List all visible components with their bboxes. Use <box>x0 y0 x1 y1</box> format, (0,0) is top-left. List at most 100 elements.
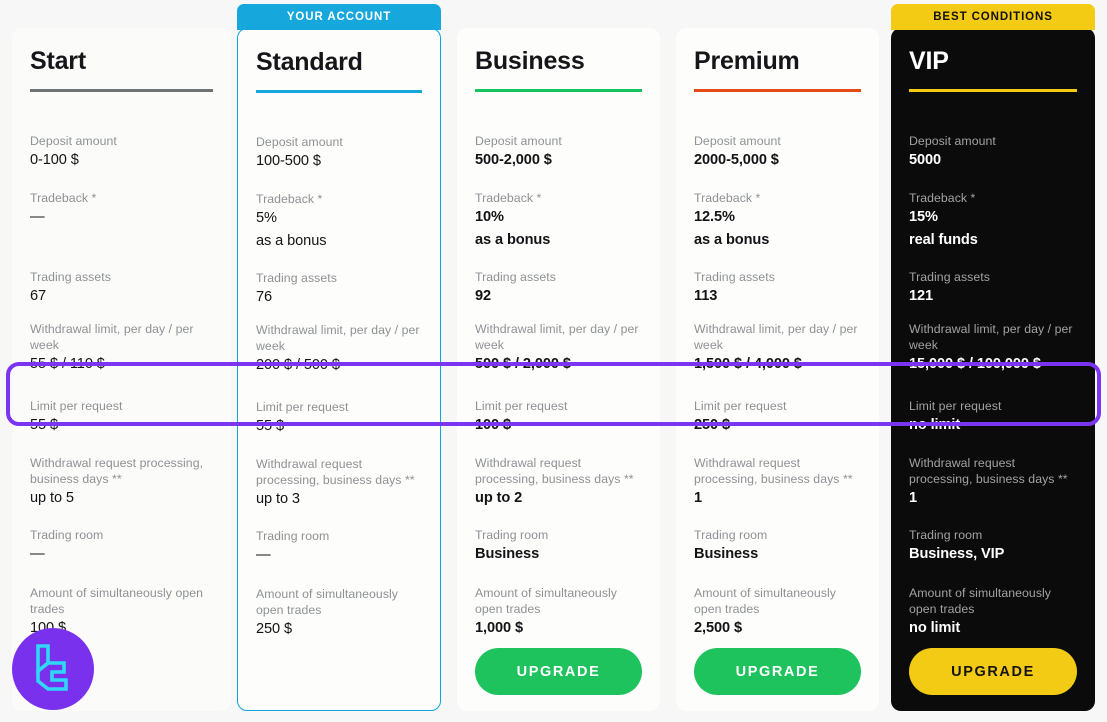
feature-label: Amount of simultaneously open trades <box>694 586 837 617</box>
feature-trades-business: Amount of simultaneously open trades 1,0… <box>475 585 642 639</box>
plan-card-start[interactable]: Start Deposit amount 0-100 $ Tradeback *… <box>12 28 231 711</box>
feature-tradeback-premium: Tradeback * 12.5% as a bonus <box>694 190 861 250</box>
feature-label: Deposit amount <box>694 134 781 148</box>
plan-card-vip[interactable]: VIP Deposit amount 5000 Tradeback * 15% … <box>891 28 1095 711</box>
plan-title-standard: Standard <box>256 48 363 76</box>
feature-label: Tradeback * <box>30 191 97 205</box>
feature-limit-premium: Limit per request 250 $ <box>694 398 861 436</box>
feature-value: 55 $ <box>30 417 59 434</box>
feature-tradeback-vip: Tradeback * 15% real funds <box>909 190 1077 250</box>
feature-value: 92 <box>475 288 492 305</box>
feature-withdraw-premium: Withdrawal limit, per day / per week 1,5… <box>694 321 861 375</box>
feature-value: 1 <box>694 490 703 507</box>
feature-label: Withdrawal request processing, business … <box>256 457 415 488</box>
feature-label: Limit per request <box>694 399 787 413</box>
feature-room-vip: Trading room Business, VIP <box>909 527 1077 565</box>
feature-value: 500 $ / 2,000 $ <box>475 356 571 373</box>
feature-trades-vip: Amount of simultaneously open trades no … <box>909 585 1077 639</box>
feature-label: Trading assets <box>30 270 111 284</box>
feature-label: Amount of simultaneously open trades <box>30 586 204 617</box>
feature-value: 67 <box>30 288 47 305</box>
feature-label: Amount of simultaneously open trades <box>256 587 399 618</box>
plan-title-start: Start <box>30 47 86 75</box>
feature-label: Deposit amount <box>475 134 562 148</box>
plan-accent-standard <box>256 89 422 93</box>
feature-deposit-premium: Deposit amount 2000-5,000 $ <box>694 133 861 171</box>
feature-label: Withdrawal request processing, business … <box>475 456 634 487</box>
feature-value: 500-2,000 $ <box>475 152 552 169</box>
plan-card-business[interactable]: Business Deposit amount 500-2,000 $ Trad… <box>457 28 660 711</box>
feature-label: Tradeback * <box>256 192 323 206</box>
feature-withdraw-vip: Withdrawal limit, per day / per week 15,… <box>909 321 1077 375</box>
feature-label: Limit per request <box>30 399 123 413</box>
feature-value: 0-100 $ <box>30 152 79 169</box>
feature-value: 1,000 $ <box>475 620 523 637</box>
plan-accent-business <box>475 88 642 92</box>
feature-value: up to 5 <box>30 490 74 507</box>
feature-value: 15% <box>909 209 938 226</box>
feature-trades-standard: Amount of simultaneously open trades 250… <box>256 586 422 640</box>
feature-value: — <box>256 547 271 564</box>
feature-value: 55 $ / 110 $ <box>30 356 105 373</box>
feature-limit-standard: Limit per request 55 $ <box>256 399 422 437</box>
feature-label: Deposit amount <box>30 134 117 148</box>
feature-value: 250 $ <box>694 417 731 434</box>
feature-room-premium: Trading room Business <box>694 527 861 565</box>
feature-tradeback-start: Tradeback * — <box>30 190 213 228</box>
feature-label: Withdrawal limit, per day / per week <box>256 323 420 354</box>
feature-label: Amount of simultaneously open trades <box>475 586 618 617</box>
brand-logo[interactable] <box>12 628 94 710</box>
feature-withdraw-standard: Withdrawal limit, per day / per week 200… <box>256 322 422 376</box>
feature-limit-start: Limit per request 55 $ <box>30 398 213 436</box>
feature-value: — <box>30 546 45 563</box>
feature-label: Withdrawal limit, per day / per week <box>909 322 1073 353</box>
feature-value: no limit <box>909 620 961 637</box>
feature-room-business: Trading room Business <box>475 527 642 565</box>
feature-limit-business: Limit per request 100 $ <box>475 398 642 436</box>
feature-label: Trading assets <box>694 270 775 284</box>
feature-value: 10% <box>475 209 504 226</box>
upgrade-button-premium[interactable]: UPGRADE <box>694 648 861 695</box>
feature-value: up to 2 <box>475 490 523 507</box>
ribbon-best-conditions: BEST CONDITIONS <box>891 4 1095 30</box>
ribbon-best-conditions-label: BEST CONDITIONS <box>933 11 1053 23</box>
feature-label: Trading room <box>256 529 330 543</box>
feature-limit-vip: Limit per request no limit <box>909 398 1077 436</box>
feature-label: Tradeback * <box>694 191 761 205</box>
feature-deposit-vip: Deposit amount 5000 <box>909 133 1077 171</box>
feature-process-start: Withdrawal request processing, business … <box>30 455 213 509</box>
plan-title-business: Business <box>475 47 585 75</box>
ribbon-your-account-label: YOUR ACCOUNT <box>286 11 392 23</box>
feature-label: Withdrawal request processing, business … <box>909 456 1068 487</box>
feature-withdraw-business: Withdrawal limit, per day / per week 500… <box>475 321 642 375</box>
feature-value: no limit <box>909 417 961 434</box>
upgrade-button-vip[interactable]: UPGRADE <box>909 648 1077 695</box>
feature-value: 5% <box>256 210 277 227</box>
feature-label: Limit per request <box>909 399 1002 413</box>
feature-value: 121 <box>909 288 934 305</box>
feature-process-business: Withdrawal request processing, business … <box>475 455 642 509</box>
feature-value: 5000 <box>909 152 942 169</box>
feature-label: Trading assets <box>256 271 337 285</box>
feature-assets-start: Trading assets 67 <box>30 269 213 307</box>
feature-value: 100-500 $ <box>256 153 321 170</box>
feature-assets-business: Trading assets 92 <box>475 269 642 307</box>
feature-value-extra: as a bonus <box>256 232 327 249</box>
feature-label: Tradeback * <box>909 191 976 205</box>
feature-label: Withdrawal request processing, business … <box>30 456 204 487</box>
feature-label: Trading assets <box>475 270 556 284</box>
feature-value: 1 <box>909 490 918 507</box>
feature-value: 12.5% <box>694 209 735 226</box>
plan-card-standard[interactable]: Standard Deposit amount 100-500 $ Tradeb… <box>237 28 441 711</box>
feature-value: 2000-5,000 $ <box>694 152 779 169</box>
feature-label: Trading room <box>694 528 768 542</box>
plan-accent-start <box>30 88 213 92</box>
plan-card-premium[interactable]: Premium Deposit amount 2000-5,000 $ Trad… <box>676 28 879 711</box>
feature-label: Limit per request <box>256 400 349 414</box>
feature-label: Deposit amount <box>256 135 343 149</box>
feature-label: Limit per request <box>475 399 568 413</box>
feature-value: 250 $ <box>256 621 293 638</box>
feature-value: 113 <box>694 288 718 305</box>
feature-value: up to 3 <box>256 491 300 508</box>
upgrade-button-business[interactable]: UPGRADE <box>475 648 642 695</box>
